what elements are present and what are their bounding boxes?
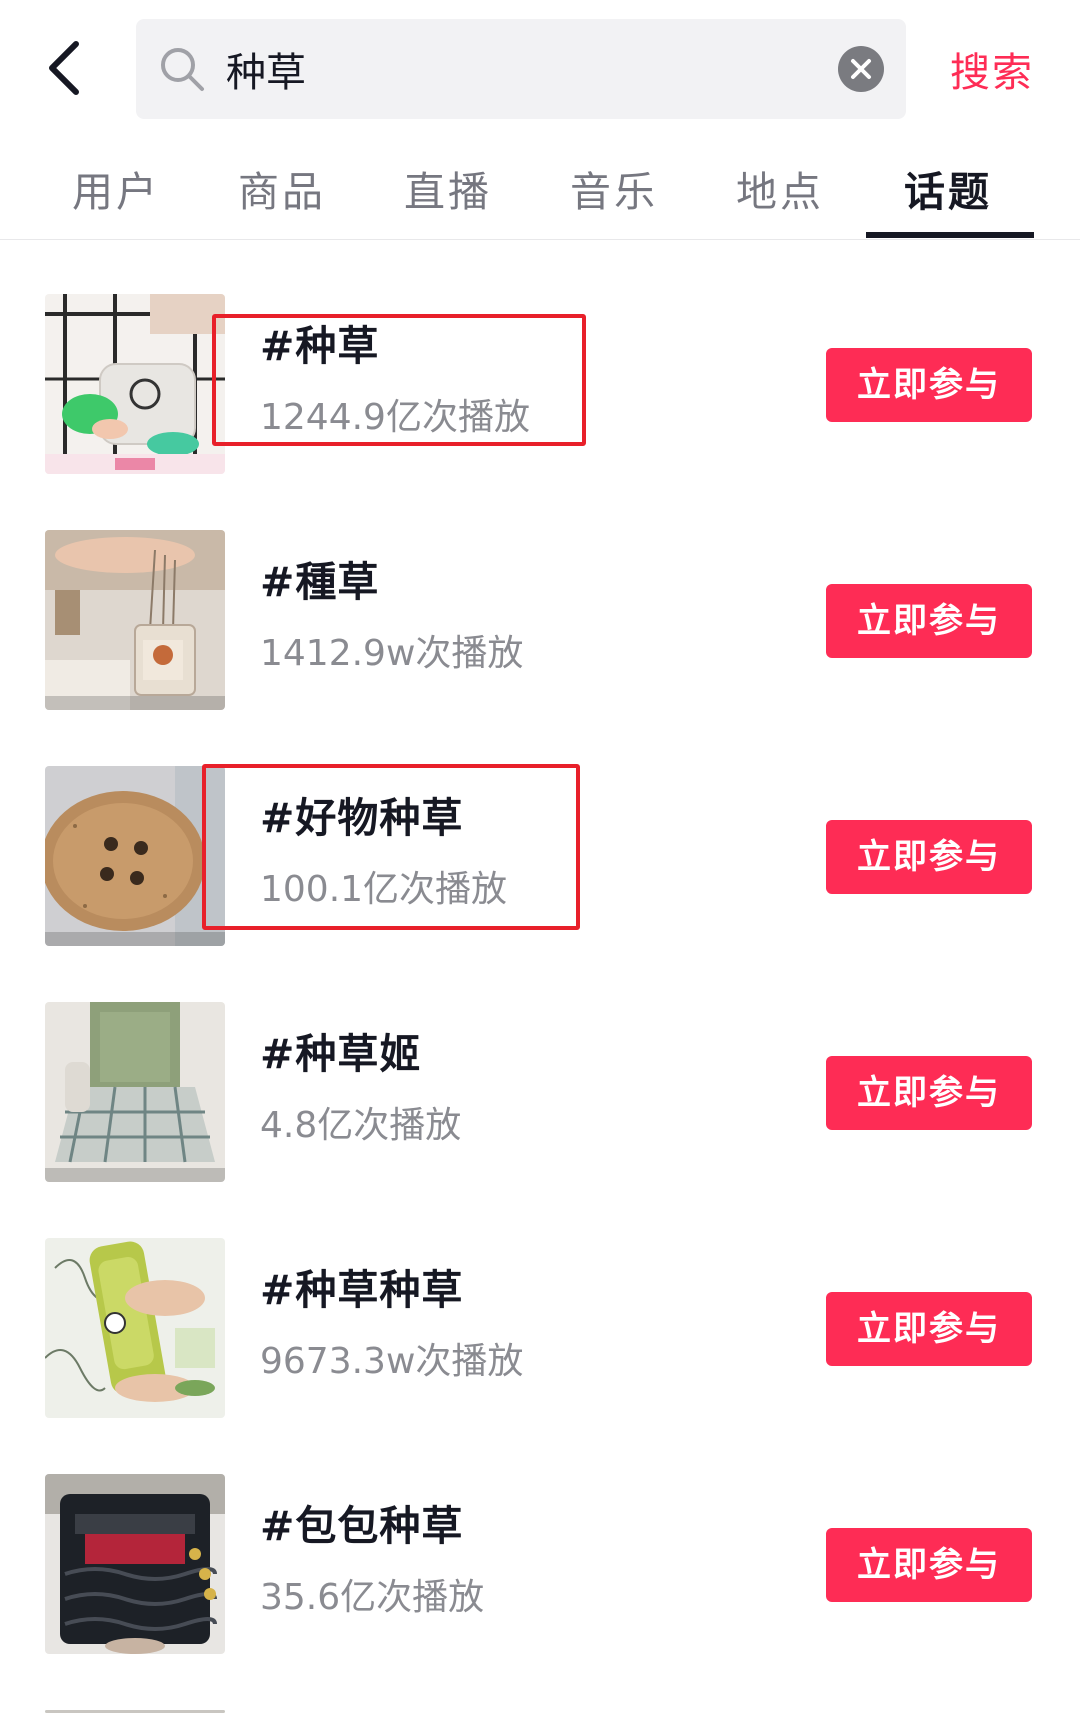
- join-topic-button[interactable]: 立即参与: [826, 1528, 1032, 1602]
- topic-view-count: 35.6亿次播放: [260, 1577, 485, 1618]
- join-topic-button[interactable]: 立即参与: [826, 584, 1032, 658]
- topic-row[interactable]: #包包种草 35.6亿次播放 立即参与: [0, 1474, 1080, 1654]
- topic-title: #种草姬: [260, 1030, 422, 1078]
- join-topic-button[interactable]: 立即参与: [826, 820, 1032, 894]
- topic-title: #包包种草: [260, 1502, 464, 1550]
- tab-live[interactable]: 直播: [404, 158, 492, 218]
- tab-music[interactable]: 音乐: [570, 158, 658, 218]
- search-header: 搜索: [0, 0, 1080, 136]
- topic-thumbnail: [45, 530, 225, 710]
- topic-row[interactable]: #种草种草 9673.3w次播放 立即参与: [0, 1238, 1080, 1418]
- tab-products[interactable]: 商品: [238, 158, 326, 218]
- topic-title: #種草: [260, 558, 380, 606]
- clear-icon: [851, 59, 871, 79]
- highlight-annotation-box: [212, 314, 586, 446]
- tab-users[interactable]: 用户: [72, 158, 160, 218]
- tab-places[interactable]: 地点: [736, 158, 824, 218]
- topic-thumbnail: [45, 1474, 225, 1654]
- join-topic-button[interactable]: 立即参与: [826, 1056, 1032, 1130]
- join-topic-button[interactable]: 立即参与: [826, 348, 1032, 422]
- search-input[interactable]: [226, 37, 786, 101]
- highlight-annotation-box: [202, 764, 580, 930]
- join-topic-button[interactable]: 立即参与: [826, 1292, 1032, 1366]
- topic-thumbnail: [45, 294, 225, 474]
- back-button[interactable]: [38, 38, 94, 98]
- topic-thumbnail: [45, 1238, 225, 1418]
- topic-view-count: 1412.9w次播放: [260, 633, 524, 674]
- topic-title: #种草种草: [260, 1266, 464, 1314]
- active-tab-indicator: [866, 232, 1034, 238]
- search-bar[interactable]: [136, 19, 906, 119]
- category-tabs: 用户 商品 直播 音乐 地点 话题: [0, 140, 1080, 240]
- topic-view-count: 4.8亿次播放: [260, 1105, 462, 1146]
- back-arrow-icon: [49, 41, 79, 95]
- search-icon: [161, 48, 204, 91]
- search-submit-button[interactable]: 搜索: [950, 40, 1034, 98]
- tab-topics[interactable]: 话题: [904, 158, 992, 218]
- topic-thumbnail: [45, 1002, 225, 1182]
- topic-row[interactable]: #种草姬 4.8亿次播放 立即参与: [0, 1002, 1080, 1182]
- topic-row[interactable]: #種草 1412.9w次播放 立即参与: [0, 530, 1080, 710]
- clear-search-button[interactable]: [838, 46, 884, 92]
- topic-thumbnail: [45, 766, 225, 946]
- topic-view-count: 9673.3w次播放: [260, 1341, 524, 1382]
